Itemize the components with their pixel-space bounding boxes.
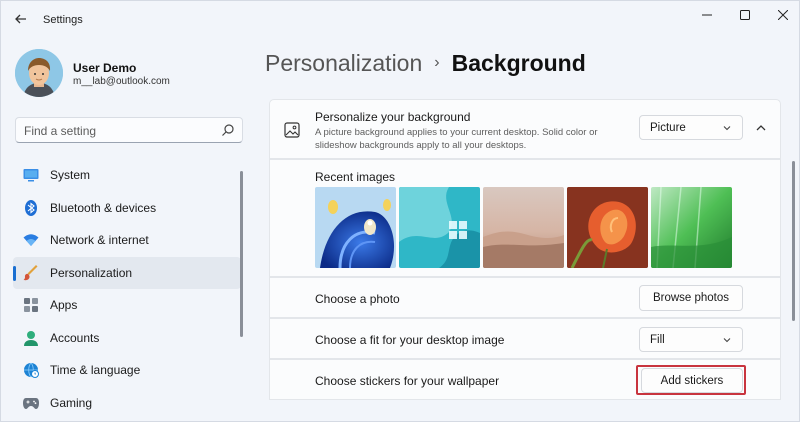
globe-clock-icon: [23, 362, 39, 379]
minimize-icon: [702, 14, 712, 16]
sidebar-item-label: Accounts: [50, 330, 100, 345]
arrow-left-icon: [15, 14, 26, 24]
person-icon: [23, 330, 39, 346]
choose-stickers-label: Choose stickers for your wallpaper: [315, 374, 500, 388]
dropdown-value: Fill: [650, 333, 665, 346]
sidebar-nav: System Bluetooth & devices Network & int…: [13, 159, 241, 419]
bluetooth-icon: [23, 199, 39, 216]
close-button[interactable]: [763, 1, 800, 29]
sidebar-scrollbar[interactable]: [240, 171, 243, 337]
recent-images-section: Recent images: [269, 159, 781, 277]
user-email: m__lab@outlook.com: [73, 76, 170, 87]
maximize-icon: [740, 10, 750, 20]
minimize-button[interactable]: [687, 1, 727, 29]
avatar[interactable]: [15, 49, 63, 97]
sidebar-item-gaming[interactable]: Gaming: [13, 387, 241, 420]
fit-dropdown[interactable]: Fill: [639, 327, 743, 352]
picture-icon: [284, 122, 300, 138]
sidebar-item-label: Apps: [50, 298, 78, 313]
sidebar-item-accounts[interactable]: Accounts: [13, 322, 241, 355]
browse-photos-button[interactable]: Browse photos: [639, 285, 743, 311]
recent-images-label: Recent images: [315, 170, 396, 184]
background-setting-card[interactable]: Personalize your background A picture ba…: [269, 99, 781, 159]
settings-window: Settings User Demo m__lab@outlook.com Fi…: [0, 0, 800, 422]
search-input[interactable]: [24, 122, 214, 139]
add-stickers-button[interactable]: Add stickers: [641, 368, 743, 393]
recent-image-thumbnail[interactable]: [651, 187, 732, 268]
recent-image-thumbnail[interactable]: [315, 187, 396, 268]
search-icon: [222, 124, 234, 136]
sidebar-item-network[interactable]: Network & internet: [13, 224, 241, 257]
monitor-icon: [23, 167, 39, 183]
breadcrumb-separator: ›: [434, 54, 440, 71]
maximize-button[interactable]: [725, 1, 765, 29]
brush-icon: [23, 264, 39, 281]
search-box[interactable]: [15, 117, 243, 143]
gamepad-icon: [23, 395, 39, 411]
background-title: Personalize your background: [315, 110, 471, 124]
sidebar-item-label: Gaming: [50, 395, 93, 410]
user-name: User Demo: [73, 61, 137, 75]
background-description: A picture background applies to your cur…: [315, 127, 598, 151]
apps-icon: [23, 297, 39, 313]
background-type-dropdown[interactable]: Picture: [639, 115, 743, 140]
sidebar-item-label: Bluetooth & devices: [50, 200, 157, 215]
chevron-down-icon: [723, 338, 731, 343]
back-button[interactable]: [9, 7, 33, 31]
recent-image-thumbnail[interactable]: [483, 187, 564, 268]
choose-fit-label: Choose a fit for your desktop image: [315, 333, 505, 347]
choose-fit-row: Choose a fit for your desktop image Fill: [269, 318, 781, 359]
chevron-up-icon[interactable]: [753, 120, 769, 136]
recent-image-thumbnail[interactable]: [567, 187, 648, 268]
wifi-icon: [23, 232, 39, 248]
sidebar-item-label: Network & internet: [50, 233, 149, 248]
content-scrollbar[interactable]: [792, 161, 795, 321]
choose-stickers-row: Choose stickers for your wallpaper Add s…: [269, 359, 781, 400]
breadcrumb: Personalization › Background: [265, 47, 586, 79]
sidebar-item-apps[interactable]: Apps: [13, 289, 241, 322]
choose-photo-row: Choose a photo Browse photos: [269, 277, 781, 318]
dropdown-value: Picture: [650, 121, 686, 134]
sidebar-item-label: Time & language: [50, 363, 141, 378]
chevron-down-icon: [723, 126, 731, 131]
app-title: Settings: [43, 14, 83, 26]
sidebar-item-label: Personalization: [50, 265, 133, 280]
close-icon: [778, 10, 788, 20]
sidebar-item-time-language[interactable]: Time & language: [13, 354, 241, 387]
sidebar-item-personalization[interactable]: Personalization: [13, 256, 241, 289]
recent-image-thumbnail[interactable]: [399, 187, 480, 268]
user-avatar-icon: [15, 49, 63, 97]
active-indicator: [13, 265, 16, 281]
breadcrumb-parent[interactable]: Personalization: [265, 50, 422, 77]
sidebar-item-bluetooth[interactable]: Bluetooth & devices: [13, 192, 241, 225]
sidebar-item-system[interactable]: System: [13, 159, 241, 192]
page-title: Background: [451, 49, 586, 76]
title-bar: Settings: [1, 1, 800, 37]
choose-photo-label: Choose a photo: [315, 292, 400, 306]
recent-images-list: [315, 187, 732, 268]
sidebar-item-label: System: [50, 168, 91, 183]
